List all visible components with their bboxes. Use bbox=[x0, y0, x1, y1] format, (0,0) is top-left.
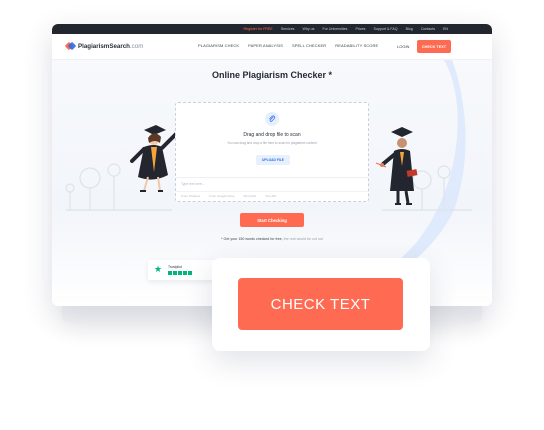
language-select[interactable]: EN bbox=[443, 27, 448, 31]
dropbox-option[interactable]: From Dropbox bbox=[181, 194, 200, 198]
trustpilot-star-icon: ★ bbox=[154, 264, 163, 274]
nav-links: PLAGIARISM CHECK PAPER ANALYSIS SPELL CH… bbox=[198, 43, 378, 48]
drop-divider bbox=[176, 177, 368, 178]
options-divider bbox=[176, 191, 368, 192]
drop-zone-subtitle: You can drag and drop a file here to sca… bbox=[227, 141, 317, 145]
contacts-link[interactable]: Contacts bbox=[421, 27, 435, 31]
nav-spell-checker[interactable]: SPELL CHECKER bbox=[292, 43, 326, 48]
main-navbar: PlagiarismSearch.com PLAGIARISM CHECK PA… bbox=[52, 34, 492, 60]
free-words-note: * Get your 150 words checked for free, t… bbox=[221, 237, 323, 241]
logo[interactable]: PlagiarismSearch.com bbox=[64, 41, 144, 51]
blog-link[interactable]: Blog bbox=[406, 27, 413, 31]
support-link[interactable]: Support & FAQ bbox=[373, 27, 397, 31]
drop-zone-title: Drag and drop file to scan bbox=[243, 132, 301, 138]
why-us-link[interactable]: Why us bbox=[302, 27, 314, 31]
page-title: Online Plagiarism Checker * bbox=[211, 70, 333, 80]
upload-file-button[interactable]: UPLOAD FILE bbox=[256, 155, 290, 165]
word-file-option[interactable]: Word File bbox=[244, 194, 257, 198]
paperclip-icon bbox=[265, 112, 279, 126]
services-link[interactable]: Services bbox=[281, 27, 295, 31]
login-link[interactable]: LOGIN bbox=[397, 44, 409, 49]
nav-plagiarism-check[interactable]: PLAGIARISM CHECK bbox=[198, 43, 239, 48]
check-text-overlay-card: CHECK TEXT bbox=[212, 258, 430, 351]
prices-link[interactable]: Prices bbox=[355, 27, 365, 31]
top-utility-bar: Register for FREE Services Why us For Un… bbox=[52, 24, 492, 34]
universities-link[interactable]: For Universities bbox=[322, 27, 347, 31]
trustpilot-rating bbox=[168, 271, 192, 275]
upload-options: From Dropbox From Google Drive Word File… bbox=[181, 194, 276, 198]
text-input[interactable]: Type text here... bbox=[181, 182, 205, 186]
nav-readability-score[interactable]: READABILITY SCORE bbox=[335, 43, 378, 48]
trustpilot-badge[interactable]: ★ Trustpilot bbox=[148, 260, 220, 280]
file-drop-zone[interactable]: Drag and drop file to scan You can drag … bbox=[175, 102, 369, 202]
google-drive-option[interactable]: From Google Drive bbox=[209, 194, 234, 198]
url-option[interactable]: Via URL bbox=[265, 194, 276, 198]
register-link[interactable]: Register for FREE bbox=[244, 27, 273, 31]
check-text-button[interactable]: CHECK TEXT bbox=[238, 278, 403, 330]
trustpilot-name: Trustpilot bbox=[168, 265, 182, 269]
graduate-boy-illustration bbox=[375, 127, 418, 205]
start-checking-button[interactable]: Start Checking bbox=[240, 213, 304, 227]
logo-icon bbox=[64, 41, 77, 51]
nav-paper-analysis[interactable]: PAPER ANALYSIS bbox=[248, 43, 283, 48]
check-text-nav-button[interactable]: CHECK TEXT bbox=[417, 40, 451, 53]
logo-text: PlagiarismSearch.com bbox=[78, 43, 144, 50]
